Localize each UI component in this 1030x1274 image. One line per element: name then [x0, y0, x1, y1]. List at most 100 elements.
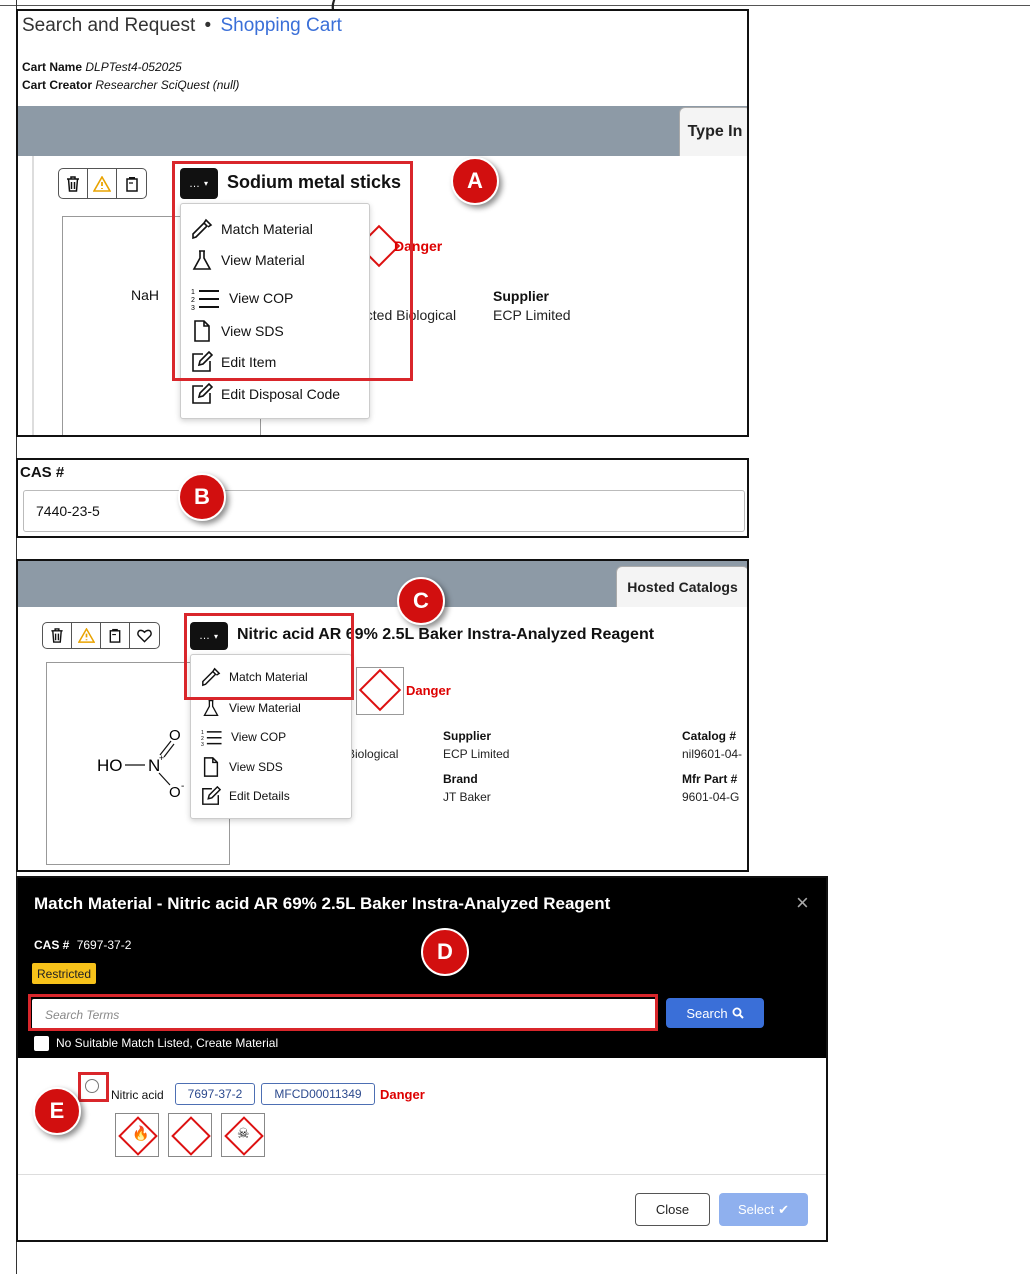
supplier-value: ECP Limited — [493, 307, 571, 323]
breadcrumb-separator: • — [204, 15, 212, 36]
cart-name-value: DLPTest4-052025 — [85, 60, 182, 74]
brand-value: JT Baker — [443, 790, 491, 804]
container-button[interactable] — [117, 169, 146, 198]
cart-creator-row: Cart Creator Researcher SciQuest (null) — [22, 78, 239, 92]
hosted-catalog-panel: Hosted Catalogs … ▾ Nitric acid AR 69% 2… — [16, 559, 749, 872]
dialog-footer-divider — [18, 1174, 826, 1175]
tab-bar — [18, 106, 747, 156]
callout-e: E — [33, 1087, 81, 1135]
callout-a: A — [451, 157, 499, 205]
result-danger-word: Danger — [380, 1087, 425, 1102]
cas-input[interactable]: 7440-23-5 — [23, 490, 745, 532]
warning-button[interactable] — [72, 623, 101, 648]
close-button[interactable]: Close — [635, 1193, 710, 1226]
breadcrumb-shopping-cart-link[interactable]: Shopping Cart — [220, 15, 341, 36]
mfr-part-value: 9601-04-G — [682, 790, 740, 804]
breadcrumb: Search and Request • Shopping Cart — [22, 15, 342, 37]
menu-item-label: Edit Disposal Code — [221, 386, 341, 402]
delete-button[interactable] — [43, 623, 72, 648]
supplier-label: Supplier — [493, 288, 550, 304]
cas-label: CAS # — [20, 464, 65, 481]
supplier-label: Supplier — [443, 729, 492, 743]
highlight-box-c — [184, 613, 354, 700]
document-icon — [203, 757, 219, 777]
svg-text:1: 1 — [201, 730, 204, 736]
dialog-cas-row: CAS # 7697-37-2 — [34, 938, 131, 952]
catalog-value: nil9601-04- — [682, 747, 743, 761]
menu-item-edit-disposal-code[interactable]: Edit Disposal Code — [191, 383, 340, 405]
highlight-box-d — [28, 994, 658, 1031]
oxidizer-pictogram: 🔥 — [115, 1113, 159, 1157]
close-x-icon[interactable]: × — [796, 890, 809, 916]
menu-item-view-material[interactable]: View Material — [201, 699, 301, 717]
catalog-label: Catalog # — [682, 729, 737, 743]
result-mfcd-chip: MFCD00011349 — [261, 1083, 375, 1105]
cas-panel: CAS # 7440-23-5 — [16, 458, 749, 538]
container-button[interactable] — [101, 623, 130, 648]
match-material-dialog: Match Material - Nitric acid AR 69% 2.5L… — [16, 876, 828, 1242]
cart-name-label: Cart Name — [22, 60, 83, 74]
svg-text:2: 2 — [201, 736, 204, 742]
search-button[interactable]: Search — [666, 998, 764, 1028]
supplier-value: ECP Limited — [443, 747, 510, 761]
cart-creator-label: Cart Creator — [22, 78, 93, 92]
menu-item-label: View COP — [231, 730, 287, 744]
menu-item-label: View SDS — [229, 760, 283, 774]
menu-item-label: Edit Details — [229, 789, 290, 803]
search-icon — [732, 1007, 744, 1019]
breadcrumb-root: Search and Request — [22, 15, 196, 36]
svg-text:3: 3 — [201, 742, 204, 747]
trash-icon — [51, 628, 63, 643]
dialog-cas-value: 7697-37-2 — [76, 938, 132, 952]
bottle-icon — [109, 628, 121, 643]
callout-c: C — [397, 577, 445, 625]
mfr-part-label: Mfr Part # — [682, 772, 738, 786]
highlight-box-e — [78, 1072, 109, 1102]
svg-text:O: O — [169, 784, 181, 801]
hazard-frame — [356, 667, 404, 715]
menu-item-view-cop[interactable]: 123 View COP — [201, 727, 286, 747]
cart-creator-value: Researcher SciQuest (null) — [95, 78, 240, 92]
result-cas-chip: 7697-37-2 — [175, 1083, 255, 1105]
flask-icon — [203, 699, 219, 717]
top-cropped-header: ( — [0, 0, 1030, 20]
heart-icon — [137, 629, 152, 643]
callout-b: B — [178, 473, 226, 521]
warning-button[interactable] — [88, 169, 117, 198]
result-name: Nitric acid — [111, 1088, 164, 1102]
item-left-border — [32, 156, 34, 435]
menu-item-view-sds[interactable]: View SDS — [201, 757, 283, 777]
menu-item-edit-details[interactable]: Edit Details — [201, 786, 290, 806]
tab-type-in[interactable]: Type In — [679, 107, 747, 156]
delete-button[interactable] — [59, 169, 88, 198]
svg-text:-: - — [181, 781, 184, 792]
menu-item-label: View Material — [229, 701, 301, 715]
toxic-pictogram: ☠ — [221, 1113, 265, 1157]
corrosive-pictogram — [168, 1113, 212, 1157]
cart-name-row: Cart Name DLPTest4-052025 — [22, 60, 182, 74]
skull-icon: ☠ — [237, 1125, 250, 1141]
brand-label: Brand — [443, 772, 478, 786]
edit-icon — [192, 383, 213, 404]
svg-text:HO: HO — [97, 756, 123, 775]
select-button-label: Select — [737, 1202, 775, 1217]
favorite-button[interactable] — [130, 623, 159, 648]
tab-hosted-catalogs[interactable]: Hosted Catalogs — [616, 566, 747, 607]
no-match-checkbox[interactable] — [34, 1036, 49, 1051]
trash-icon — [67, 175, 79, 192]
dialog-header: Match Material - Nitric acid AR 69% 2.5L… — [18, 878, 826, 1058]
dialog-cas-label: CAS # — [34, 938, 70, 952]
edit-icon — [202, 786, 221, 805]
warning-icon — [93, 175, 111, 192]
item-action-buttons — [42, 622, 160, 649]
restricted-badge: Restricted — [32, 963, 97, 984]
item-action-buttons — [58, 168, 147, 199]
search-button-label: Search — [686, 1005, 728, 1021]
bottle-icon — [125, 176, 138, 192]
select-button[interactable]: Select ✔ — [719, 1193, 808, 1226]
warning-icon — [77, 628, 95, 643]
numbered-list-icon: 123 — [201, 730, 222, 747]
highlight-box-a — [172, 161, 413, 381]
callout-d: D — [421, 928, 469, 976]
flame-icon: 🔥 — [132, 1125, 150, 1141]
